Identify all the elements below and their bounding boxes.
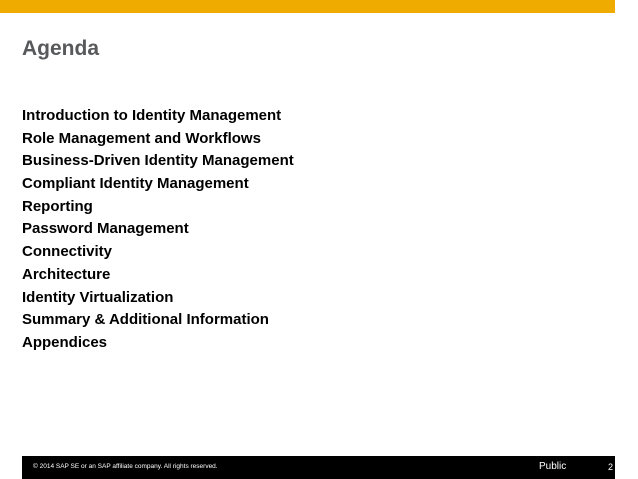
slide-title: Agenda [22, 37, 100, 60]
footer-copyright: © 2014 SAP SE or an SAP affiliate compan… [33, 463, 218, 470]
page-number: 2 [607, 462, 613, 472]
agenda-list: Introduction to Identity Management Role… [22, 101, 294, 358]
accent-bar [0, 0, 615, 13]
footer-classification: Public [539, 461, 567, 472]
footer-bar: © 2014 SAP SE or an SAP affiliate compan… [22, 456, 615, 479]
slide: Agenda Introduction to Identity Manageme… [0, 0, 638, 479]
